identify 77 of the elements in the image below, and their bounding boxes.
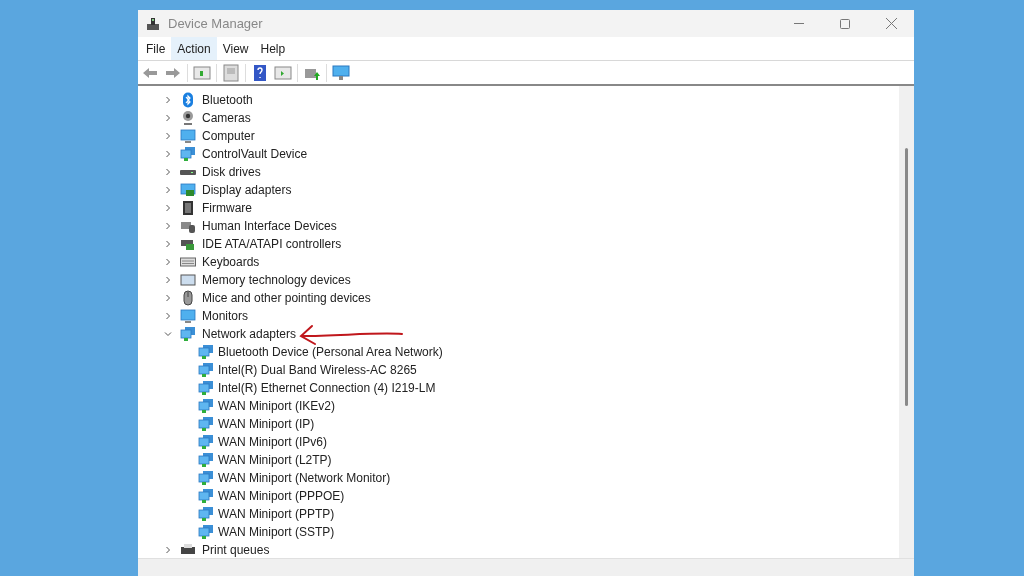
close-icon bbox=[885, 18, 897, 29]
drive-icon bbox=[180, 169, 196, 175]
chevron-right-icon[interactable] bbox=[164, 294, 172, 302]
network-icon bbox=[198, 524, 214, 540]
bluetooth-icon bbox=[180, 92, 196, 108]
tree-item[interactable]: WAN Miniport (IPv6) bbox=[218, 433, 327, 451]
chevron-right-icon[interactable] bbox=[164, 276, 172, 284]
memory-icon bbox=[180, 272, 196, 288]
webcam-icon bbox=[180, 110, 196, 126]
app-icon bbox=[146, 16, 160, 31]
display-adapter-icon bbox=[180, 182, 196, 198]
chevron-right-icon[interactable] bbox=[164, 114, 172, 122]
tree-item[interactable]: Firmware bbox=[202, 199, 252, 217]
chevron-right-icon[interactable] bbox=[164, 258, 172, 266]
tree-item[interactable]: IDE ATA/ATAPI controllers bbox=[202, 235, 342, 253]
window-title: Device Manager bbox=[168, 14, 263, 33]
tree-item[interactable]: Bluetooth bbox=[202, 91, 253, 109]
network-icon bbox=[198, 362, 214, 378]
network-icon bbox=[198, 434, 214, 450]
chevron-down-icon[interactable] bbox=[164, 330, 172, 338]
tree-item[interactable]: Disk drives bbox=[202, 163, 261, 181]
network-icon bbox=[198, 470, 214, 486]
tree-item[interactable]: Computer bbox=[202, 127, 255, 145]
tree-item[interactable]: Human Interface Devices bbox=[202, 217, 337, 235]
tree-item[interactable]: Cameras bbox=[202, 109, 251, 127]
tree-item[interactable]: Keyboards bbox=[202, 253, 260, 271]
scrollbar-thumb[interactable] bbox=[905, 148, 908, 406]
console-tree-icon[interactable] bbox=[193, 63, 211, 82]
tree-item[interactable]: WAN Miniport (Network Monitor) bbox=[218, 469, 391, 487]
chevron-right-icon[interactable] bbox=[164, 186, 172, 194]
network-icon bbox=[198, 380, 214, 396]
network-icon bbox=[180, 326, 196, 342]
help-icon[interactable] bbox=[251, 63, 269, 82]
monitor-icon bbox=[180, 128, 196, 144]
tree-item[interactable]: Memory technology devices bbox=[202, 271, 351, 289]
chevron-right-icon[interactable] bbox=[164, 312, 172, 320]
chevron-right-icon[interactable] bbox=[164, 204, 172, 212]
network-icon bbox=[198, 398, 214, 414]
network-icon bbox=[198, 506, 214, 522]
network-icon bbox=[198, 344, 214, 360]
scrollbar[interactable] bbox=[899, 86, 914, 558]
mouse-icon bbox=[180, 290, 196, 306]
chevron-right-icon[interactable] bbox=[164, 240, 172, 248]
chevron-right-icon[interactable] bbox=[164, 96, 172, 104]
tree-item[interactable]: ControlVault Device bbox=[202, 145, 308, 163]
chevron-right-icon[interactable] bbox=[164, 222, 172, 230]
properties-icon[interactable] bbox=[222, 63, 240, 82]
network-icon bbox=[198, 488, 214, 504]
tree-item[interactable]: Mice and other pointing devices bbox=[202, 289, 371, 307]
network-icon bbox=[198, 416, 214, 432]
action-pane-icon[interactable] bbox=[274, 63, 292, 82]
tree-item[interactable]: WAN Miniport (PPTP) bbox=[218, 505, 335, 523]
chevron-right-icon[interactable] bbox=[164, 150, 172, 158]
network-icon bbox=[180, 146, 196, 162]
tree-item[interactable]: Intel(R) Ethernet Connection (4) I219-LM bbox=[218, 379, 436, 397]
chevron-right-icon[interactable] bbox=[164, 168, 172, 176]
tree-item[interactable]: Intel(R) Dual Band Wireless-AC 8265 bbox=[218, 361, 417, 379]
chevron-right-icon[interactable] bbox=[164, 132, 172, 140]
tree-item[interactable]: WAN Miniport (IP) bbox=[218, 415, 315, 433]
keyboard-icon bbox=[180, 254, 196, 270]
minimize-icon bbox=[794, 23, 804, 24]
tree-item[interactable]: WAN Miniport (IKEv2) bbox=[218, 397, 335, 415]
chip-icon bbox=[180, 200, 196, 216]
maximize-icon bbox=[840, 18, 850, 29]
tree-item[interactable]: Bluetooth Device (Personal Area Network) bbox=[218, 343, 443, 361]
tree-item[interactable]: Monitors bbox=[202, 307, 248, 325]
menu-item[interactable]: Action bbox=[171, 37, 217, 60]
tree-item[interactable]: Display adapters bbox=[202, 181, 292, 199]
tree-item[interactable]: Print queues bbox=[202, 541, 270, 558]
chevron-right-icon[interactable] bbox=[164, 546, 172, 554]
scan-monitor-icon[interactable] bbox=[332, 63, 350, 82]
tree-item[interactable]: WAN Miniport (SSTP) bbox=[218, 523, 335, 541]
network-icon bbox=[198, 452, 214, 468]
tree-item[interactable]: WAN Miniport (PPPOE) bbox=[218, 487, 345, 505]
monitor-icon bbox=[180, 308, 196, 324]
tree-item[interactable]: WAN Miniport (L2TP) bbox=[218, 451, 332, 469]
tree-item[interactable]: Network adapters bbox=[202, 325, 297, 343]
